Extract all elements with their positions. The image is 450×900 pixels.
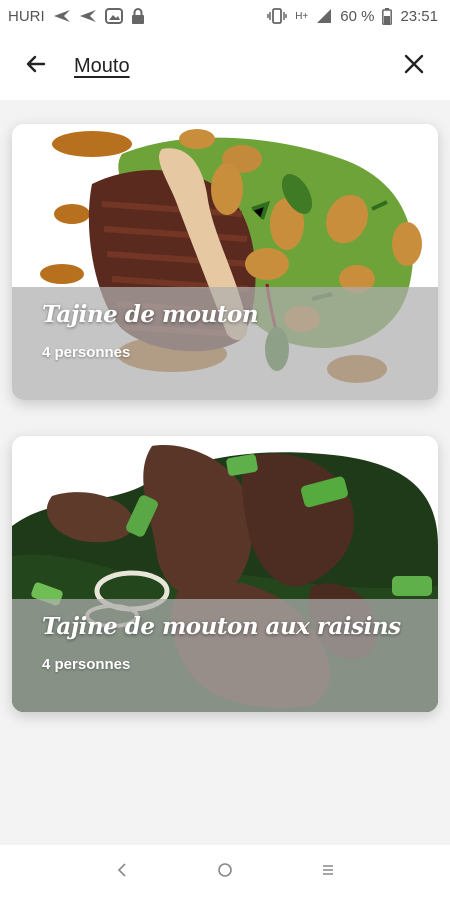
back-nav-icon [116,862,128,883]
clock: 23:51 [400,7,438,25]
arrow-left-icon [24,52,48,81]
search-results-list: Tajine de mouton 4 personnes Tajine de m… [0,100,450,845]
status-left: HURI [8,8,145,25]
nav-home-button[interactable] [205,853,245,893]
battery-icon [382,7,393,25]
search-input[interactable] [74,46,376,86]
lock-icon [131,7,145,25]
recipe-card-overlay: Tajine de mouton 4 personnes [12,287,438,400]
gallery-icon [104,8,123,24]
recipe-card[interactable]: Tajine de mouton aux raisins 4 personnes [12,436,438,712]
signal-icon [316,8,332,24]
recipe-title: Tajine de mouton aux raisins [42,613,401,640]
recipe-servings: 4 personnes [42,656,131,673]
status-right: H+ 60 % 23:51 [267,7,438,25]
system-navigation-bar [0,845,450,900]
nav-back-button[interactable] [102,853,142,893]
recipe-servings: 4 personnes [42,344,131,361]
recipe-title: Tajine de mouton [42,301,259,328]
battery-label: 60 % [340,7,375,25]
send-icon [79,9,97,23]
network-type: H+ [295,10,309,22]
clear-search-button[interactable] [394,46,434,86]
carrier-label: HURI [8,7,45,25]
status-bar: HURI H+ 60 % 23:51 [0,0,450,32]
close-icon [403,53,425,80]
recents-nav-icon [321,863,335,882]
home-nav-icon [217,862,233,883]
recipe-card-overlay: Tajine de mouton aux raisins 4 personnes [12,599,438,712]
recipe-card[interactable]: Tajine de mouton 4 personnes [12,124,438,400]
nav-recents-button[interactable] [308,853,348,893]
vibrate-icon [267,8,287,24]
back-button[interactable] [16,46,56,86]
send-icon [53,9,71,23]
search-header [0,32,450,100]
